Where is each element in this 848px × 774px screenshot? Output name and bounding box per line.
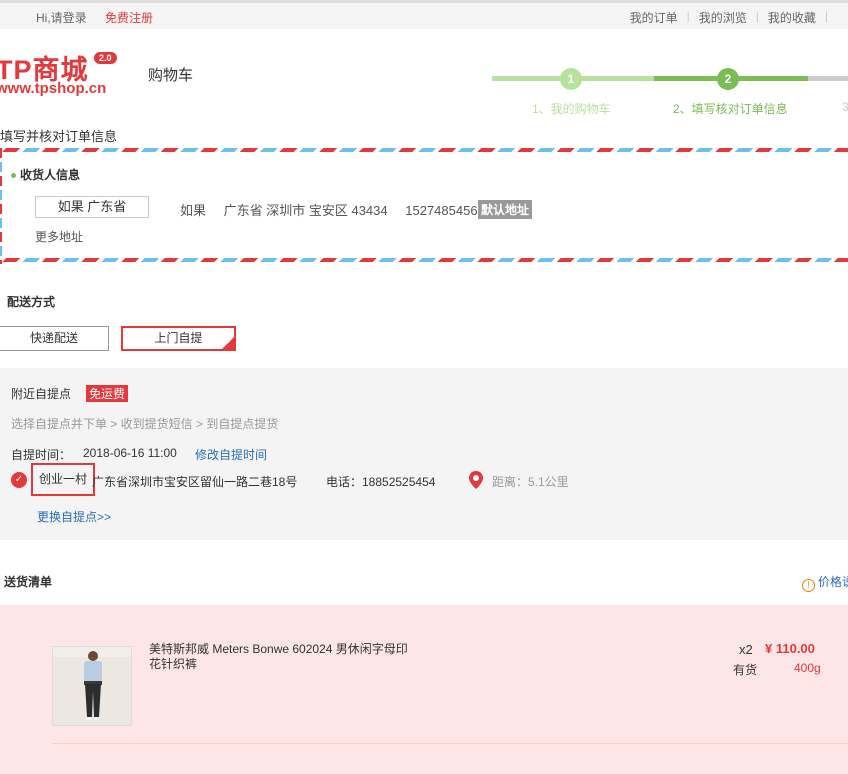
check-circle-icon[interactable]: ✓ bbox=[11, 472, 27, 488]
delivery-list-title: 送货清单 bbox=[4, 575, 53, 589]
pickup-distance: 距离：5.1公里 bbox=[492, 475, 569, 489]
checkout-steps: 1 2 1、我的购物车 2、填写核对订单信息 3 bbox=[492, 66, 848, 116]
price-note-text: 价格说 bbox=[818, 575, 848, 589]
bullet-icon bbox=[11, 173, 16, 179]
login-link[interactable]: Hi,请登录 bbox=[36, 9, 87, 26]
product-name[interactable]: 美特斯邦威 Meters Bonwe 602024 男休闲字母印花针织裤 bbox=[149, 642, 409, 672]
self-pickup-label: 上门自提 bbox=[154, 331, 203, 345]
address-info: 如果 广东省 深圳市 宝安区 43434 15274854565 bbox=[180, 200, 499, 219]
pickup-panel: 附近自提点 免运费 选择自提点并下单 > 收到提货短信 > 到自提点提货 自提时… bbox=[0, 368, 848, 540]
selected-address-button[interactable]: 如果 广东省 bbox=[35, 196, 149, 218]
register-link[interactable]: 免费注册 bbox=[105, 9, 153, 26]
receiver-address: 广东省 深圳市 宝安区 43434 bbox=[223, 203, 388, 218]
change-pickup-link[interactable]: 更换自提点>> bbox=[37, 508, 111, 525]
pickup-flow: 选择自提点并下单 > 收到提货短信 > 到自提点提货 bbox=[11, 417, 279, 431]
free-shipping-badge: 免运费 bbox=[86, 385, 129, 402]
goods-item: 美特斯邦威 Meters Bonwe 602024 男休闲字母印花针织裤 x2 … bbox=[0, 605, 848, 774]
pickup-point-name[interactable]: 创业一村 bbox=[31, 463, 95, 496]
self-pickup-button[interactable]: 上门自提 ✓ bbox=[121, 326, 236, 351]
section-title: 填写并核对订单信息 bbox=[0, 129, 118, 144]
pickup-time-label: 自提时间： bbox=[11, 448, 72, 462]
price-note-link[interactable]: !价格说 bbox=[802, 573, 848, 592]
receiver-phone: 15274854565 bbox=[405, 203, 485, 218]
step-1-circle: 1 bbox=[560, 68, 582, 90]
site-logo[interactable]: TP商城 2.0 www.tpshop.cn bbox=[0, 48, 126, 104]
product-price: ¥ 110.00 bbox=[765, 641, 815, 656]
product-thumbnail[interactable] bbox=[52, 646, 132, 726]
step-3-label: 3 bbox=[842, 100, 848, 114]
info-icon: ! bbox=[802, 579, 815, 592]
page-title: 购物车 bbox=[148, 67, 194, 84]
envelope-top-border bbox=[0, 148, 848, 152]
product-quantity: x2 bbox=[739, 642, 753, 657]
express-delivery-button[interactable]: 快递配送 bbox=[0, 326, 109, 351]
top-nav: 我的订单 | 我的浏览 | 我的收藏 | bbox=[621, 9, 828, 26]
receiver-title-text: 收货人信息 bbox=[20, 168, 81, 182]
pickup-title: 附近自提点 bbox=[11, 387, 72, 401]
pickup-point-phone: 电话：18852525454 bbox=[326, 475, 436, 489]
step-1-label: 1、我的购物车 bbox=[532, 102, 611, 116]
receiver-name: 如果 bbox=[180, 203, 207, 218]
nav-divider: | bbox=[824, 9, 828, 23]
check-icon: ✓ bbox=[226, 337, 233, 346]
envelope-bottom-border bbox=[0, 258, 848, 262]
location-pin-icon bbox=[469, 471, 483, 489]
envelope-side-border bbox=[0, 148, 2, 264]
stock-status: 有货 bbox=[733, 663, 758, 677]
logo-version-badge: 2.0 bbox=[94, 52, 117, 64]
product-image-icon bbox=[53, 647, 131, 725]
step-2-circle: 2 bbox=[717, 68, 739, 90]
top-bar: Hi,请登录 免费注册 我的订单 | 我的浏览 | 我的收藏 | bbox=[0, 0, 848, 29]
shipping-title: 配送方式 bbox=[7, 295, 56, 309]
pickup-time-value: 2018-06-16 11:00 bbox=[83, 446, 177, 460]
item-divider bbox=[52, 743, 848, 744]
step-bar-todo bbox=[808, 76, 848, 81]
product-weight: 400g bbox=[794, 661, 821, 675]
logo-url: www.tpshop.cn bbox=[0, 80, 107, 97]
pickup-point-address: 广东省深圳市宝安区留仙一路二巷18号 bbox=[92, 475, 298, 489]
default-address-badge: 默认地址 bbox=[478, 200, 533, 219]
more-addresses-link[interactable]: 更多地址 bbox=[35, 228, 83, 245]
my-favorites-link[interactable]: 我的收藏 bbox=[759, 9, 825, 26]
receiver-title: 收货人信息 bbox=[11, 166, 80, 183]
my-history-link[interactable]: 我的浏览 bbox=[690, 9, 756, 26]
my-orders-link[interactable]: 我的订单 bbox=[621, 9, 687, 26]
receiver-panel: 收货人信息 如果 广东省 如果 广东省 深圳市 宝安区 43434 152748… bbox=[0, 148, 848, 264]
edit-pickup-time-link[interactable]: 修改自提时间 bbox=[195, 446, 267, 463]
step-2-label: 2、填写核对订单信息 bbox=[673, 102, 788, 116]
